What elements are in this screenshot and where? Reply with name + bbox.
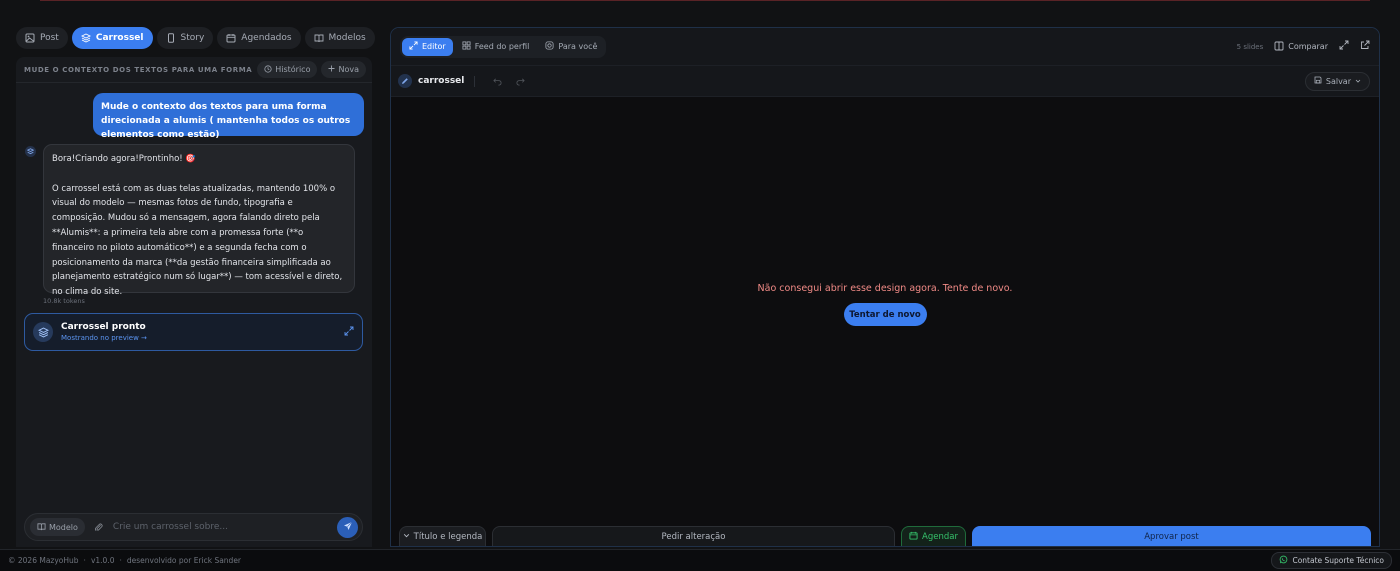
paperclip-icon[interactable] — [94, 522, 103, 532]
version: v1.0.0 — [90, 556, 115, 565]
expand-icon[interactable] — [344, 326, 354, 339]
chat-panel: MUDE O CONTEXTO DOS TEXTOS PARA UMA FORM… — [16, 57, 372, 547]
divider — [474, 75, 476, 87]
tab-label: Post — [40, 33, 59, 43]
retry-button[interactable]: Tentar de novo — [843, 303, 927, 326]
tab-modelos[interactable]: Modelos — [304, 27, 375, 49]
calendar-icon — [226, 33, 236, 43]
preview-actions: Título e legenda Pedir alteração Agendar… — [391, 526, 1379, 546]
footer-separator: · — [83, 556, 86, 565]
chat-input[interactable] — [112, 522, 337, 532]
layers-icon — [33, 322, 53, 342]
compare-label: Comparar — [1288, 42, 1328, 51]
schedule-button[interactable]: Agendar — [901, 526, 966, 546]
image-icon — [25, 33, 35, 43]
tab-label: Feed do perfil — [474, 42, 530, 51]
grid-icon — [462, 41, 471, 52]
bot-message: Bora!Criando agora!Prontinho! 🎯 O carros… — [43, 144, 355, 297]
tab-label: Para você — [558, 42, 598, 51]
slides-count: 5 slides — [1236, 42, 1264, 51]
book-icon — [314, 33, 324, 43]
preview-error: Não consegui abrir esse design agora. Te… — [391, 283, 1379, 326]
footer: © 2026 MazyoHub · v1.0.0 · desenvolvido … — [0, 549, 1400, 571]
model-label: Modelo — [49, 522, 78, 532]
chat-context-title: MUDE O CONTEXTO DOS TEXTOS PARA UMA FORM… — [24, 65, 253, 74]
plus-icon — [328, 65, 335, 74]
tab-label: Editor — [422, 42, 446, 51]
tab-label: Agendados — [241, 33, 292, 43]
title-caption-label: Título e legenda — [413, 532, 483, 542]
undo-icon[interactable] — [493, 77, 502, 86]
history-icon — [264, 64, 272, 75]
save-button[interactable]: Salvar — [1304, 71, 1370, 91]
tab-agendados[interactable]: Agendados — [217, 27, 301, 49]
chat-header: MUDE O CONTEXTO DOS TEXTOS PARA UMA FORM… — [16, 57, 372, 83]
footer-separator: · — [119, 556, 122, 565]
save-icon — [1314, 76, 1322, 86]
approve-post-button[interactable]: Aprovar post — [972, 526, 1371, 546]
approve-label: Aprovar post — [1144, 532, 1199, 542]
chevron-down-icon — [403, 532, 410, 542]
chat-composer: Modelo — [24, 513, 363, 541]
redo-icon[interactable] — [516, 77, 526, 86]
book-icon — [37, 522, 46, 533]
layers-icon — [80, 33, 91, 43]
copyright: © 2026 MazyoHub — [8, 556, 79, 565]
pencil-icon[interactable] — [398, 74, 412, 88]
tab-post[interactable]: Post — [16, 27, 68, 49]
support-button[interactable]: Contate Suporte Técnico — [1271, 552, 1392, 569]
title-caption-button[interactable]: Título e legenda — [399, 526, 486, 546]
support-label: Contate Suporte Técnico — [1292, 556, 1384, 565]
tab-label: Carrossel — [95, 33, 144, 43]
tab-for-you[interactable]: Para você — [538, 38, 604, 56]
error-message: Não consegui abrir esse design agora. Te… — [757, 283, 1013, 294]
tab-label: Story — [180, 33, 205, 43]
new-chat-label: Nova — [338, 65, 359, 74]
chevron-down-icon — [1355, 77, 1361, 86]
tab-carrossel[interactable]: Carrossel — [71, 27, 153, 49]
calendar-icon — [909, 531, 918, 543]
view-tabs: Editor Feed do perfil Para você — [400, 35, 607, 58]
ready-card-subtitle: Mostrando no preview → — [61, 334, 147, 342]
tab-feed-profile[interactable]: Feed do perfil — [455, 38, 537, 56]
tab-label: Modelos — [328, 33, 366, 43]
top-divider — [40, 0, 1370, 1]
compare-button[interactable]: Comparar — [1274, 41, 1328, 53]
phone-icon — [166, 33, 176, 43]
save-label: Salvar — [1325, 76, 1351, 86]
user-message: Mude o contexto dos textos para uma form… — [93, 93, 364, 140]
columns-icon — [1274, 41, 1284, 53]
token-count: 10.8k tokens — [43, 297, 85, 305]
mode-tabs: Post Carrossel Story Agendados Modelos — [16, 27, 375, 49]
tab-story[interactable]: Story — [156, 27, 214, 49]
history-label: Histórico — [275, 65, 311, 74]
model-button[interactable]: Modelo — [30, 518, 85, 536]
request-change-button[interactable]: Pedir alteração — [492, 526, 895, 546]
tab-editor[interactable]: Editor — [402, 37, 453, 56]
bot-avatar — [25, 146, 36, 157]
developer-credit: desenvolvido por Erick Sander — [126, 556, 242, 565]
whatsapp-icon — [1279, 555, 1288, 566]
send-icon — [343, 521, 353, 534]
new-chat-button[interactable]: Nova — [321, 61, 366, 78]
preview-toolbar: Editor Feed do perfil Para você 5 slides — [391, 28, 1379, 66]
carousel-ready-card[interactable]: Carrossel pronto Mostrando no preview → — [24, 313, 363, 351]
document-name: carrossel — [418, 76, 465, 86]
document-bar: carrossel Salvar — [391, 66, 1379, 97]
history-button[interactable]: Histórico — [257, 61, 318, 78]
request-change-label: Pedir alteração — [661, 532, 726, 542]
ready-card-title: Carrossel pronto — [61, 322, 146, 332]
external-link-icon[interactable] — [1360, 40, 1370, 53]
fullscreen-icon[interactable] — [1339, 40, 1349, 53]
schedule-label: Agendar — [922, 532, 958, 542]
expand-icon — [409, 41, 418, 52]
preview-panel: Editor Feed do perfil Para você 5 slides — [390, 27, 1380, 547]
send-button[interactable] — [337, 516, 358, 538]
instagram-icon — [545, 41, 554, 52]
